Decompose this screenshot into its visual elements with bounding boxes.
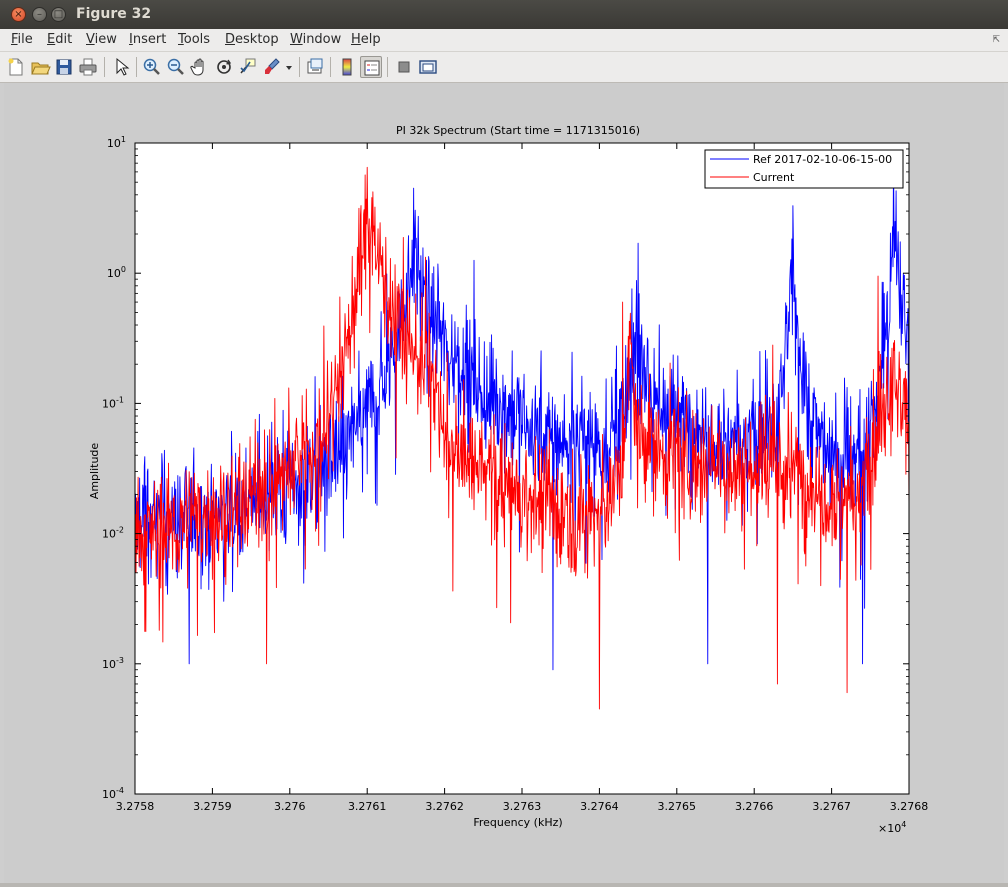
x-tick-label: 3.2768 xyxy=(890,800,929,813)
legend-label-ref: Ref 2017-02-10-06-15-00 xyxy=(753,153,892,166)
y-tick-label: 10-2 xyxy=(102,526,124,541)
spectrum-chart: 3.2758 3.2759 3.276 3.2761 3.2762 3.2763 3.276… xyxy=(88,124,929,835)
y-tick-label: 101 xyxy=(107,135,126,150)
x-tick-label: 3.2765 xyxy=(658,800,697,813)
y-tick-label: 10-1 xyxy=(102,395,124,410)
legend-label-current: Current xyxy=(753,171,795,184)
legend[interactable]: Ref 2017-02-10-06-15-00 Current xyxy=(704,149,904,189)
chart-title: PI 32k Spectrum (Start time = 1171315016… xyxy=(396,124,640,137)
x-tick-label: 3.2761 xyxy=(348,800,387,813)
x-axis-label: Frequency (kHz) xyxy=(473,816,562,829)
x-tick-label: 3.2759 xyxy=(193,800,232,813)
y-tick-label: 10-3 xyxy=(102,656,124,671)
y-tick-label: 100 xyxy=(107,265,126,280)
y-axis-label: Amplitude xyxy=(88,443,101,500)
y-tick-label: 10-4 xyxy=(102,786,124,801)
x-tick-label: 3.2766 xyxy=(735,800,774,813)
x-axis-multiplier: ×104 xyxy=(878,820,906,835)
x-tick-label: 3.2763 xyxy=(503,800,542,813)
x-tick-label: 3.2767 xyxy=(812,800,851,813)
x-tick-label: 3.2758 xyxy=(116,800,155,813)
x-tick-label: 3.276 xyxy=(274,800,306,813)
x-tick-label: 3.2764 xyxy=(580,800,619,813)
x-tick-label: 3.2762 xyxy=(425,800,464,813)
